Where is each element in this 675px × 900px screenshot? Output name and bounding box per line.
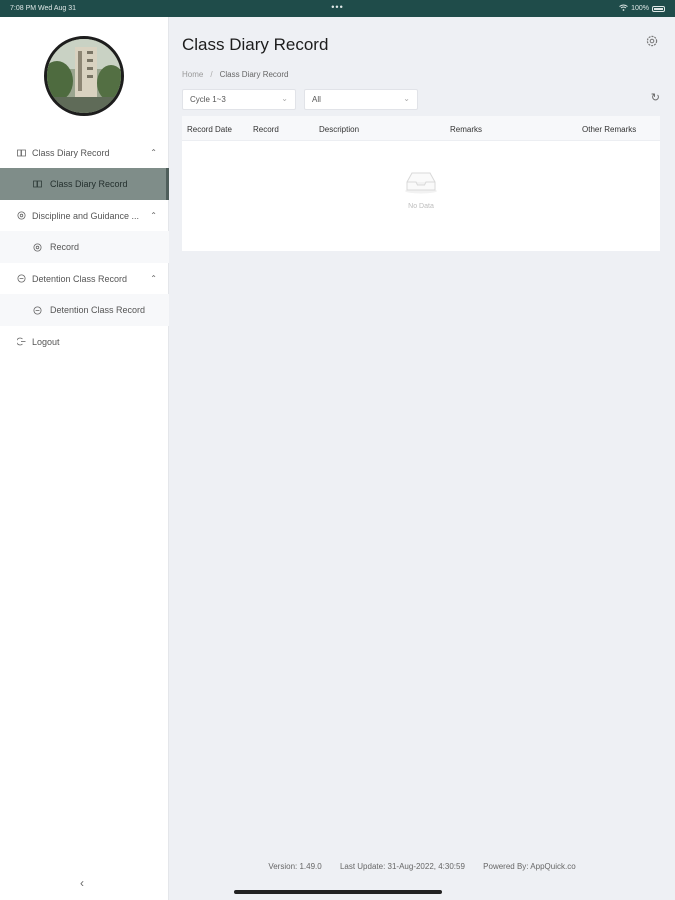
refresh-icon[interactable]: ↻ xyxy=(651,91,660,104)
chevron-down-icon: ⌄ xyxy=(281,94,288,103)
version-text: Version: 1.49.0 xyxy=(268,862,322,871)
footer: Version: 1.49.0 Last Update: 31-Aug-2022… xyxy=(169,862,675,871)
logout-button[interactable]: Logout xyxy=(0,326,169,357)
settings-icon xyxy=(32,242,42,252)
sidebar-item-label: Detention Class Record xyxy=(50,305,146,315)
powered-by-text: Powered By: AppQuick.co xyxy=(483,862,576,871)
scope-select-value: All xyxy=(312,95,321,104)
home-indicator[interactable] xyxy=(234,890,442,894)
collapse-sidebar-icon[interactable]: ‹ xyxy=(80,876,84,890)
table-header: Record Date Record Description Remarks O… xyxy=(182,116,660,141)
column-header-description[interactable]: Description xyxy=(319,125,359,134)
empty-text: No Data xyxy=(408,203,434,210)
book-icon xyxy=(16,148,26,158)
column-header-remarks[interactable]: Remarks xyxy=(450,125,482,134)
chevron-up-icon[interactable]: ⌃ xyxy=(150,274,157,283)
menu-group-label: Discipline and Guidance ... xyxy=(32,210,140,221)
records-table: Record Date Record Description Remarks O… xyxy=(182,116,660,251)
status-bar: 7:08 PM Wed Aug 31 ••• 100% xyxy=(0,0,675,17)
sidebar: Class Diary Record ⌃ Class Diary Record … xyxy=(0,17,169,900)
empty-state: No Data xyxy=(182,170,660,210)
sidebar-menu: Class Diary Record ⌃ Class Diary Record … xyxy=(0,137,169,357)
scope-select[interactable]: All ⌄ xyxy=(304,89,418,110)
column-header-record-date[interactable]: Record Date xyxy=(187,125,232,134)
menu-group-discipline-guidance[interactable]: Discipline and Guidance ... ⌃ xyxy=(0,200,169,231)
column-header-other-remarks[interactable]: Other Remarks xyxy=(582,125,636,134)
logout-label: Logout xyxy=(32,336,60,347)
empty-inbox-icon xyxy=(403,172,439,198)
breadcrumb-current: Class Diary Record xyxy=(219,70,289,79)
minus-circle-icon xyxy=(16,274,26,284)
chevron-up-icon[interactable]: ⌃ xyxy=(150,148,157,157)
chevron-up-icon[interactable]: ⌃ xyxy=(150,211,157,220)
chevron-down-icon: ⌄ xyxy=(403,94,410,103)
menu-group-label: Detention Class Record xyxy=(32,273,128,284)
minus-circle-icon xyxy=(32,305,42,315)
cycle-select[interactable]: Cycle 1~3 ⌄ xyxy=(182,89,296,110)
column-header-record[interactable]: Record xyxy=(253,125,279,134)
breadcrumb-home[interactable]: Home xyxy=(182,70,203,79)
breadcrumb: Home / Class Diary Record xyxy=(182,70,288,79)
book-icon xyxy=(32,179,42,189)
sidebar-item-label: Class Diary Record xyxy=(50,179,128,189)
cycle-select-value: Cycle 1~3 xyxy=(190,95,226,104)
school-logo-avatar xyxy=(44,36,124,116)
gear-icon[interactable] xyxy=(646,34,658,47)
sidebar-item-label: Record xyxy=(50,242,80,252)
settings-icon xyxy=(16,211,26,221)
menu-group-detention-class-record[interactable]: Detention Class Record ⌃ xyxy=(0,263,169,294)
sidebar-item-record[interactable]: Record xyxy=(0,231,169,263)
menu-group-label: Class Diary Record xyxy=(32,147,110,158)
logout-icon xyxy=(16,337,26,347)
multitasking-dots[interactable]: ••• xyxy=(0,2,675,12)
main-content: Class Diary Record Home / Class Diary Reco… xyxy=(169,17,675,900)
battery-icon xyxy=(652,5,665,12)
menu-group-class-diary-record[interactable]: Class Diary Record ⌃ xyxy=(0,137,169,168)
sidebar-item-class-diary-record[interactable]: Class Diary Record xyxy=(0,168,169,200)
breadcrumb-separator: / xyxy=(210,70,213,79)
page-title: Class Diary Record xyxy=(182,35,329,54)
sidebar-item-detention-class-record[interactable]: Detention Class Record xyxy=(0,294,169,326)
last-update-text: Last Update: 31-Aug-2022, 4:30:59 xyxy=(339,862,465,871)
